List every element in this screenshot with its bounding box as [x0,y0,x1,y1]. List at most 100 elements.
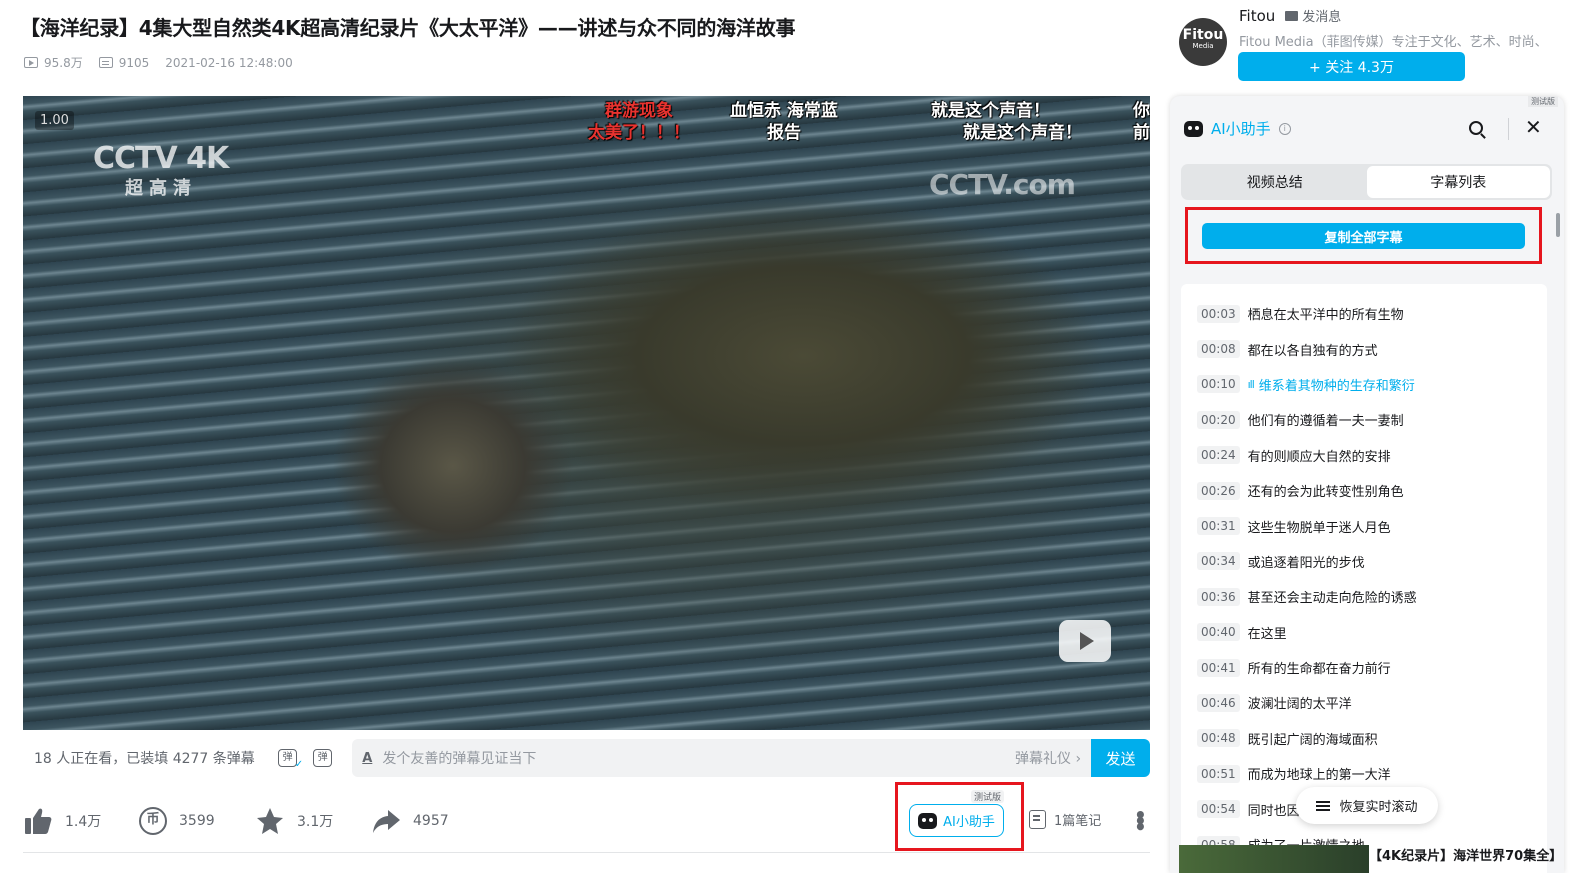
danmaku-comment: 血恒赤 海常蓝 报告 [730,101,838,143]
video-meta: 95.8万 9105 2021-02-16 12:48:00 [24,54,293,71]
danmaku-comment: 就是这个声音！ 就是这个声音！ [931,101,1082,143]
search-icon[interactable] [1469,121,1483,135]
star-icon [257,808,283,834]
subtitle-text: 这些生物脱单于迷人月色 [1247,520,1391,536]
like-button[interactable]: 1.4万 [23,806,139,836]
danmaku-bar: 18 人正在看，已装填 4277 条弹幕 弹 弹 A 发个友善的弹幕见证当下 弹… [23,731,1150,785]
subtitle-timestamp[interactable]: 00:41 [1197,658,1240,677]
coin-button[interactable]: 币 3599 [139,807,255,835]
subtitle-timestamp[interactable]: 00:54 [1197,800,1240,819]
more-options-icon[interactable]: • • • [1134,805,1147,837]
recommended-video-thumbnail[interactable] [1179,845,1369,873]
subtitle-row[interactable]: 00:20 他们有的遵循着一夫一妻制 [1181,402,1547,437]
resume-auto-scroll-button[interactable]: 恢复实时滚动 [1296,787,1438,824]
danmaku-etiquette-link[interactable]: 弹幕礼仪 › [1015,748,1081,768]
robot-icon [1184,120,1203,137]
bilibili-tv-icon [1059,620,1111,662]
subtitle-row[interactable]: 00:48 既引起广阔的海域面积 [1181,721,1547,756]
subtitle-timestamp[interactable]: 00:40 [1197,623,1240,642]
subtitle-text: 或追逐着阳光的步伐 [1247,555,1365,571]
subtitle-text: 还有的会为此转变性别角色 [1247,485,1404,501]
subtitle-timestamp[interactable]: 00:51 [1197,764,1240,783]
list-scroll-icon [1316,800,1331,811]
subtitle-text: 栖息在太平洋中的所有生物 [1247,308,1404,324]
subtitle-timestamp[interactable]: 00:24 [1197,446,1240,465]
info-icon[interactable]: i [1278,122,1291,135]
note-icon [1029,810,1046,829]
subtitle-timestamp[interactable]: 00:26 [1197,481,1240,500]
panel-scrollbar[interactable] [1556,213,1560,237]
subtitle-text: 波澜壮阔的太平洋 [1247,697,1352,713]
subtitle-timestamp[interactable]: 00:31 [1197,517,1240,536]
cctv-4k-watermark: CCTV 4K 超高清 [93,141,229,199]
follow-button[interactable]: + 关注 4.3万 [1238,52,1465,81]
mail-icon [1285,10,1299,21]
divider [1508,118,1509,140]
subtitle-timestamp[interactable]: 00:10 [1197,375,1240,394]
video-player[interactable]: 1.00 CCTV 4K 超高清 CCTV.com 群游现象 太美了！！！ 血恒赤… [23,96,1150,730]
playback-rate[interactable]: 1.00 [35,111,74,130]
subtitle-text: 都在以各自独有的方式 [1247,343,1378,359]
uploader-avatar[interactable]: Fitou Media [1179,18,1227,66]
danmaku-comment: 群游现象 太美了！！！ [588,101,690,143]
subtitle-timestamp[interactable]: 00:20 [1197,410,1240,429]
subtitle-row[interactable]: 00:08 都在以各自独有的方式 [1181,331,1547,366]
subtitle-timestamp[interactable]: 00:46 [1197,693,1240,712]
subtitle-row[interactable]: 00:24 有的则顺应大自然的安排 [1181,438,1547,473]
uploader-name[interactable]: Fitou [1239,7,1275,25]
divider [23,852,1150,853]
recommended-video-title[interactable]: 【4K纪录片】海洋世界70集全】 [1369,845,1562,864]
subtitle-timestamp[interactable]: 00:34 [1197,552,1240,571]
danmaku-count: 9105 [98,56,149,70]
danmaku-toggle-icon[interactable]: 弹 [278,749,303,772]
danmaku-input-placeholder[interactable]: 发个友善的弹幕见证当下 [382,748,1015,768]
tab-video-summary[interactable]: 视频总结 [1183,166,1367,198]
tab-subtitle-list[interactable]: 字幕列表 [1366,166,1550,198]
subtitle-timestamp[interactable]: 00:08 [1197,340,1240,359]
danmaku-input[interactable]: A 发个友善的弹幕见证当下 弹幕礼仪 › [352,739,1092,777]
subtitle-text: 他们有的遵循着一夫一妻制 [1247,414,1404,430]
subtitle-timestamp[interactable]: 00:48 [1197,729,1240,748]
subtitle-text: 所有的生命都在奋力前行 [1247,662,1391,678]
subtitle-row[interactable]: 00:40 在这里 [1181,615,1547,650]
panel-header: AI小助手 i [1184,118,1291,139]
cctv-com-watermark: CCTV.com [929,168,1076,201]
send-message-link[interactable]: 发消息 [1285,6,1341,25]
danmaku-count-icon [98,57,113,68]
subtitle-text: 而成为地球上的第一大洋 [1247,768,1391,784]
highlight-box-copy-button [1185,207,1542,264]
subtitle-text: 在这里 [1247,626,1287,642]
video-title: 【海洋纪录】4集大型自然类4K超高清纪录片《大太平洋》——讲述与众不同的海洋故事 [20,16,796,40]
share-arrow-icon [373,810,400,833]
close-icon[interactable]: ✕ [1525,115,1542,139]
subtitle-row[interactable]: 00:31 这些生物脱单于迷人月色 [1181,508,1547,543]
subtitle-row[interactable]: 00:46 波澜壮阔的太平洋 [1181,685,1547,720]
highlight-box-ai-button [895,782,1024,851]
font-style-icon[interactable]: A [362,751,372,766]
subtitle-row[interactable]: 00:34 或追逐着阳光的步伐 [1181,544,1547,579]
watching-count: 18 人正在看，已装填 4277 条弹幕 [34,751,255,767]
share-button[interactable]: 4957 [371,806,487,836]
notes-button[interactable]: 1篇笔记 [1029,810,1101,829]
panel-title: AI小助手 [1211,120,1271,138]
subtitle-row[interactable]: 00:36 甚至还会主动走向危险的诱惑 [1181,579,1547,614]
panel-tabs: 视频总结 字幕列表 [1181,164,1552,200]
subtitle-row[interactable]: 00:10 ıll 维系着其物种的生存和繁衍 [1181,367,1547,402]
play-count-icon [24,57,38,68]
subtitle-timestamp[interactable]: 00:36 [1197,587,1240,606]
uploader-description: Fitou Media（菲图传媒）专注于文化、艺术、时尚、 [1239,35,1548,50]
subtitle-text: 有的则顺应大自然的安排 [1247,449,1391,465]
thumbs-up-icon [25,808,52,834]
favorite-button[interactable]: 3.1万 [255,806,371,836]
danmaku-settings-icon[interactable]: 弹 [313,749,333,767]
now-playing-icon: ıll [1247,377,1255,391]
subtitle-timestamp[interactable]: 00:03 [1197,304,1240,323]
subtitle-row[interactable]: 00:26 还有的会为此转变性别角色 [1181,473,1547,508]
subtitle-list[interactable]: 00:03 栖息在太平洋中的所有生物 00:08 都在以各自独有的方式 00:10 ıll… [1181,284,1547,873]
subtitle-row[interactable]: 00:41 所有的生命都在奋力前行 [1181,650,1547,685]
subtitle-text: 维系着其物种的生存和繁衍 [1258,378,1415,394]
danmaku-comment: 你前 [1133,101,1150,143]
uploader-info: Fitou 发消息 [1239,6,1341,26]
send-danmaku-button[interactable]: 发送 [1091,739,1150,777]
subtitle-row[interactable]: 00:03 栖息在太平洋中的所有生物 [1181,296,1547,331]
